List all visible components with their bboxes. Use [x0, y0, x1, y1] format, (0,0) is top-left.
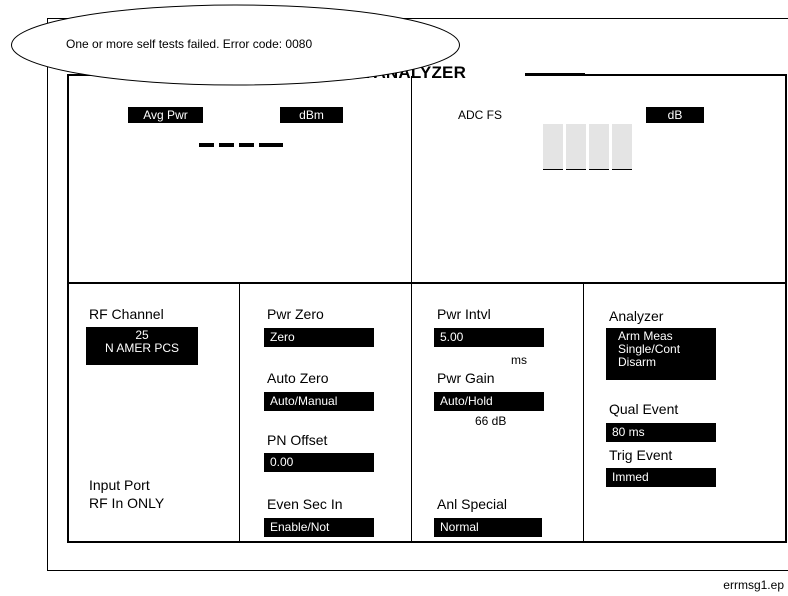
adc-digit-3: [589, 124, 609, 169]
title-rule: [525, 73, 585, 75]
anl-special-field[interactable]: Normal: [434, 518, 542, 537]
even-sec-in-label: Even Sec In: [267, 496, 343, 512]
even-sec-in-field[interactable]: Enable/Not: [264, 518, 374, 537]
adc-digit-4: [612, 124, 632, 169]
outer-frame-left: [47, 18, 48, 570]
anl-special-label: Anl Special: [437, 496, 508, 512]
pwr-intvl-unit: ms: [511, 353, 527, 367]
avg-pwr-label[interactable]: Avg Pwr: [128, 107, 203, 123]
auto-zero-field[interactable]: Auto/Manual: [264, 392, 374, 411]
figure-label: errmsg1.ep: [723, 578, 784, 592]
avg-pwr-dash-4: [259, 143, 283, 147]
adc-fs-unit[interactable]: dB: [646, 107, 704, 123]
rf-channel-field[interactable]: 25 N AMER PCS: [86, 327, 198, 365]
adc-fs-label: ADC FS: [458, 108, 503, 122]
error-message: One or more self tests failed. Error cod…: [66, 37, 313, 51]
pwr-gain-label: Pwr Gain: [437, 370, 495, 386]
pwr-gain-field[interactable]: Auto/Hold: [434, 392, 544, 411]
pwr-zero-label: Pwr Zero: [267, 306, 324, 322]
qual-event-label: Qual Event: [609, 401, 679, 417]
pn-offset-label: PN Offset: [267, 432, 328, 448]
analyzer-label: Analyzer: [609, 308, 664, 324]
pwr-intvl-label: Pwr Intvl: [437, 306, 491, 322]
auto-zero-label: Auto Zero: [267, 370, 329, 386]
field-divider-3: [583, 283, 584, 541]
adc-underline-1: [543, 169, 563, 170]
adc-underline-4: [612, 169, 632, 170]
adc-digit-2: [566, 124, 586, 169]
pwr-zero-field[interactable]: Zero: [264, 328, 374, 347]
avg-pwr-unit[interactable]: dBm: [280, 107, 343, 123]
pwr-gain-readout: 66 dB: [475, 414, 507, 428]
avg-pwr-dash-3: [239, 143, 254, 147]
analyzer-option-disarm[interactable]: Disarm: [618, 356, 716, 369]
rf-channel-label: RF Channel: [89, 306, 164, 322]
avg-pwr-dash-2: [219, 143, 234, 147]
qual-event-field[interactable]: 80 ms: [606, 423, 716, 442]
input-port-value[interactable]: RF In ONLY: [89, 495, 164, 511]
center-divider: [411, 76, 412, 541]
trig-event-label: Trig Event: [609, 447, 673, 463]
analyzer-menu[interactable]: Arm Meas Single/Cont Disarm: [606, 328, 716, 380]
pn-offset-field[interactable]: 0.00: [264, 453, 374, 472]
trig-event-field[interactable]: Immed: [606, 468, 716, 487]
outer-frame-bottom: [47, 570, 788, 571]
avg-pwr-dash-1: [199, 143, 214, 147]
adc-underline-3: [589, 169, 609, 170]
input-port-label: Input Port: [89, 477, 150, 493]
adc-underline-2: [566, 169, 586, 170]
adc-digit-1: [543, 124, 563, 169]
meter-field-divider: [69, 282, 785, 284]
field-divider-1: [239, 283, 240, 541]
rf-channel-band: N AMER PCS: [104, 341, 179, 355]
pwr-intvl-field[interactable]: 5.00: [434, 328, 544, 347]
